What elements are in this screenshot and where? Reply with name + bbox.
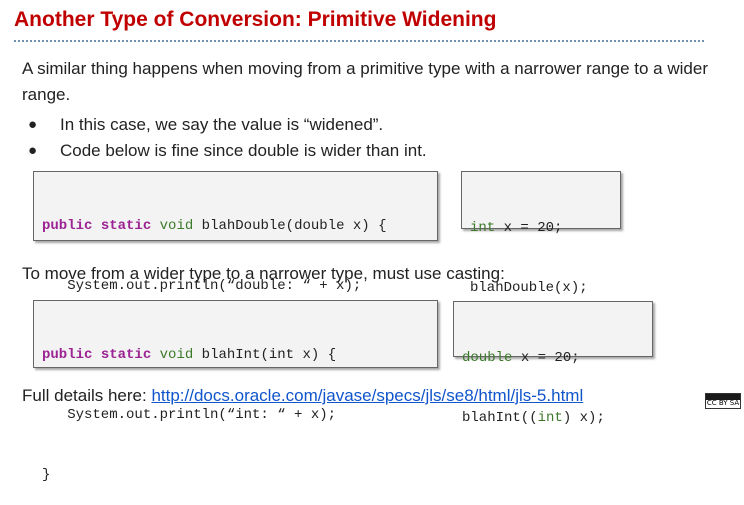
bullet-item: ● Code below is fine since double is wid…: [22, 138, 427, 164]
footer-line: Full details here: http://docs.oracle.co…: [22, 383, 583, 409]
code-keyword: public: [42, 218, 93, 234]
code-line: int x = 20;: [470, 218, 612, 238]
code-keyword: static: [100, 218, 152, 234]
code-line: blahInt((int) x);: [462, 408, 644, 428]
code-type: int: [537, 410, 563, 426]
bullet-text: In this case, we say the value is “widen…: [60, 115, 384, 134]
title-divider: [14, 40, 704, 42]
jls-docs-link[interactable]: http://docs.oracle.com/javase/specs/jls/…: [151, 386, 583, 405]
code-text: ) x);: [562, 410, 605, 426]
code-line: }: [42, 467, 51, 483]
code-text: blahInt((: [462, 410, 538, 426]
bullet-icon: ●: [28, 142, 38, 159]
code-block-blah-int-call: double x = 20; blahInt((int) x);: [453, 301, 653, 426]
footer-prefix: Full details here:: [22, 386, 152, 405]
code-block-blah-double-method: public static void blahDouble(double x) …: [33, 171, 438, 354]
code-text: blahDouble(double x) {: [193, 218, 387, 234]
intro-paragraph: A similar thing happens when moving from…: [22, 59, 708, 104]
code-keyword: static: [100, 347, 152, 363]
code-type: void: [159, 347, 194, 363]
code-line: double x = 20;: [462, 348, 644, 368]
bullet-list: ● In this case, we say the value is “wid…: [22, 112, 427, 164]
cc-badge-label: CC BY SA: [706, 399, 740, 407]
code-block-blah-double-call: int x = 20; blahDouble(x);: [461, 171, 621, 296]
casting-paragraph: To move from a wider type to a narrower …: [22, 264, 505, 283]
code-text: x = 20;: [495, 220, 563, 236]
code-text: x = 20;: [512, 350, 580, 366]
code-type: void: [159, 218, 194, 234]
code-block-blah-int-method: public static void blahInt(int x) { Syst…: [33, 300, 438, 483]
cc-license-badge: CC BY SA: [705, 393, 741, 409]
bullet-icon: ●: [28, 116, 38, 133]
code-line: public static void blahInt(int x) {: [42, 345, 429, 365]
code-line: public static void blahDouble(double x) …: [42, 216, 429, 236]
bullet-text: Code below is fine since double is wider…: [60, 141, 427, 160]
bullet-item: ● In this case, we say the value is “wid…: [22, 112, 427, 138]
slide-title: Another Type of Conversion: Primitive Wi…: [14, 8, 497, 31]
code-type: int: [470, 220, 496, 236]
code-type: double: [462, 350, 513, 366]
code-text: blahInt(int x) {: [193, 347, 337, 363]
code-keyword: public: [42, 347, 93, 363]
